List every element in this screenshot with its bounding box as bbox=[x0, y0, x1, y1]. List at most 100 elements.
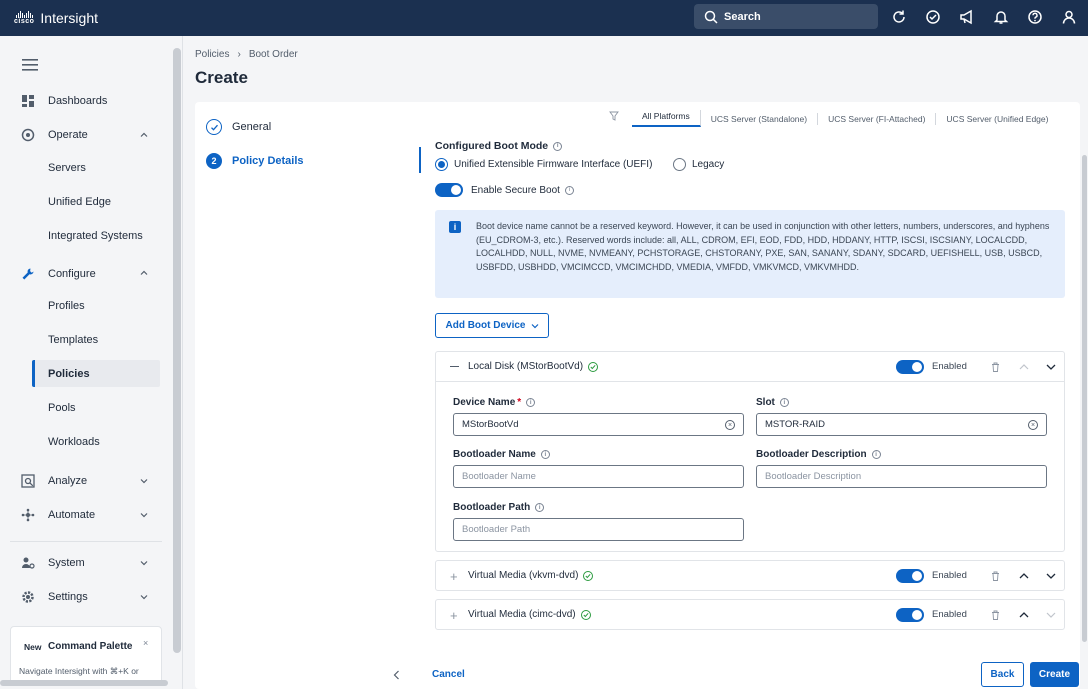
cancel-button[interactable]: Cancel bbox=[432, 669, 465, 680]
toggle-switch[interactable] bbox=[896, 568, 924, 583]
trash-icon[interactable] bbox=[989, 570, 1001, 582]
command-palette-card[interactable]: New Command Palette × Navigate Intersigh… bbox=[10, 626, 162, 686]
collapse-icon[interactable] bbox=[450, 366, 459, 367]
info-icon[interactable]: i bbox=[779, 398, 789, 407]
move-down-icon[interactable] bbox=[1045, 570, 1057, 582]
nav-settings[interactable]: Settings bbox=[20, 589, 88, 605]
nav-workloads[interactable]: Workloads bbox=[48, 436, 100, 448]
nav-integrated-systems[interactable]: Integrated Systems bbox=[48, 230, 143, 242]
move-up-icon[interactable] bbox=[1018, 609, 1030, 621]
move-up-icon[interactable] bbox=[1018, 361, 1030, 373]
hamburger-menu-icon[interactable] bbox=[22, 59, 38, 74]
device-title-text: Virtual Media (cimc-dvd) bbox=[468, 609, 576, 620]
slot-input[interactable]: MSTOR-RAID × bbox=[756, 413, 1047, 436]
user-icon[interactable] bbox=[1058, 6, 1080, 28]
tab-fi-attached[interactable]: UCS Server (FI-Attached) bbox=[818, 112, 937, 125]
toggle-switch[interactable] bbox=[896, 607, 924, 622]
device-header[interactable]: + Virtual Media (cimc-dvd) Enabled bbox=[436, 600, 1064, 629]
expand-icon[interactable]: + bbox=[450, 570, 458, 583]
device-enabled-toggle[interactable]: Enabled bbox=[896, 359, 967, 374]
nav-analyze[interactable]: Analyze bbox=[20, 473, 87, 489]
bootloader-path-label-text: Bootloader Path bbox=[453, 502, 531, 513]
tab-unified-edge[interactable]: UCS Server (Unified Edge) bbox=[936, 113, 1058, 125]
megaphone-icon[interactable] bbox=[956, 6, 978, 28]
add-boot-device-button[interactable]: Add Boot Device bbox=[435, 313, 549, 338]
device-enabled-toggle[interactable]: Enabled bbox=[896, 607, 967, 622]
tab-standalone[interactable]: UCS Server (Standalone) bbox=[701, 112, 819, 125]
bootloader-path-input[interactable]: Bootloader Path bbox=[453, 518, 744, 541]
nav-unified-edge[interactable]: Unified Edge bbox=[48, 196, 111, 208]
expand-icon[interactable]: + bbox=[450, 609, 458, 622]
device-name-value: MStorBootVd bbox=[462, 419, 519, 430]
check-icon bbox=[588, 361, 599, 372]
close-icon[interactable]: × bbox=[143, 638, 148, 648]
nav-system[interactable]: System bbox=[20, 555, 85, 571]
back-button[interactable]: Back bbox=[981, 662, 1024, 687]
chevron-down-icon[interactable] bbox=[140, 511, 148, 519]
search-box[interactable]: Search bbox=[694, 4, 878, 29]
nav-configure[interactable]: Configure bbox=[20, 266, 96, 282]
sidebar-scrollbar[interactable] bbox=[173, 48, 181, 653]
move-down-icon[interactable] bbox=[1045, 609, 1057, 621]
device-header[interactable]: + Virtual Media (vkvm-dvd) Enabled bbox=[436, 561, 1064, 590]
nav-templates[interactable]: Templates bbox=[48, 334, 98, 346]
bell-icon[interactable] bbox=[990, 6, 1012, 28]
trash-icon[interactable] bbox=[989, 609, 1001, 621]
sidebar-horizontal-scrollbar[interactable] bbox=[0, 680, 168, 686]
info-icon[interactable]: i bbox=[871, 450, 881, 459]
brand-logo[interactable]: cisco Intersight bbox=[14, 10, 98, 26]
chevron-up-icon[interactable] bbox=[140, 131, 148, 139]
trash-icon[interactable] bbox=[989, 361, 1001, 373]
chevron-up-icon[interactable] bbox=[140, 269, 148, 277]
chevron-down-icon[interactable] bbox=[1045, 361, 1057, 373]
filter-icon[interactable] bbox=[609, 111, 619, 121]
nav-policies[interactable]: Policies bbox=[48, 368, 90, 380]
radio-selected-icon bbox=[435, 158, 448, 171]
gear-icon bbox=[20, 589, 36, 605]
nav-dashboards[interactable]: Dashboards bbox=[20, 93, 107, 109]
clear-icon[interactable]: × bbox=[725, 420, 735, 430]
toggle-switch[interactable] bbox=[435, 183, 463, 197]
uefi-radio[interactable]: Unified Extensible Firmware Interface (U… bbox=[435, 158, 652, 171]
info-icon[interactable]: i bbox=[553, 141, 563, 151]
move-up-icon[interactable] bbox=[1018, 570, 1030, 582]
bootloader-description-input[interactable]: Bootloader Description bbox=[756, 465, 1047, 488]
info-icon[interactable]: i bbox=[540, 450, 550, 459]
step-policy-details[interactable]: 2 Policy Details bbox=[206, 153, 304, 169]
legacy-radio[interactable]: Legacy bbox=[673, 158, 724, 171]
search-label: Search bbox=[724, 10, 761, 23]
boot-mode-label-text: Configured Boot Mode bbox=[435, 140, 549, 152]
clear-icon[interactable]: × bbox=[1028, 420, 1038, 430]
nav-operate-label: Operate bbox=[48, 129, 88, 141]
help-icon[interactable] bbox=[1024, 6, 1046, 28]
info-icon[interactable]: i bbox=[564, 185, 574, 195]
tab-all-platforms[interactable]: All Platforms bbox=[632, 110, 701, 127]
nav-profiles[interactable]: Profiles bbox=[48, 300, 85, 312]
add-boot-device-label: Add Boot Device bbox=[445, 320, 526, 331]
breadcrumb-policies[interactable]: Policies bbox=[195, 49, 229, 60]
step-policy-details-label: Policy Details bbox=[232, 155, 304, 167]
chevron-down-icon[interactable] bbox=[140, 593, 148, 601]
device-name-input[interactable]: MStorBootVd × bbox=[453, 413, 744, 436]
refresh-icon[interactable] bbox=[888, 6, 910, 28]
check-circle-icon[interactable] bbox=[922, 6, 944, 28]
nav-pools[interactable]: Pools bbox=[48, 402, 76, 414]
nav-operate[interactable]: Operate bbox=[20, 127, 88, 143]
chevron-left-icon[interactable] bbox=[393, 670, 400, 680]
nav-automate[interactable]: Automate bbox=[20, 507, 95, 523]
nav-servers[interactable]: Servers bbox=[48, 162, 86, 174]
chevron-down-icon[interactable] bbox=[140, 477, 148, 485]
device-enabled-toggle[interactable]: Enabled bbox=[896, 568, 967, 583]
secure-boot-toggle[interactable]: Enable Secure Boot i bbox=[435, 183, 574, 197]
device-header[interactable]: Local Disk (MStorBootVd) Enabled bbox=[436, 352, 1064, 381]
create-button[interactable]: Create bbox=[1030, 662, 1079, 687]
toggle-switch[interactable] bbox=[896, 359, 924, 374]
step-general[interactable]: General bbox=[206, 119, 271, 135]
breadcrumb-boot-order[interactable]: Boot Order bbox=[249, 49, 298, 60]
info-icon[interactable]: i bbox=[535, 503, 545, 512]
info-icon[interactable]: i bbox=[526, 398, 536, 407]
bootloader-name-input[interactable]: Bootloader Name bbox=[453, 465, 744, 488]
chevron-down-icon[interactable] bbox=[140, 559, 148, 567]
main-scrollbar[interactable] bbox=[1082, 155, 1087, 642]
step-number: 2 bbox=[206, 153, 222, 169]
